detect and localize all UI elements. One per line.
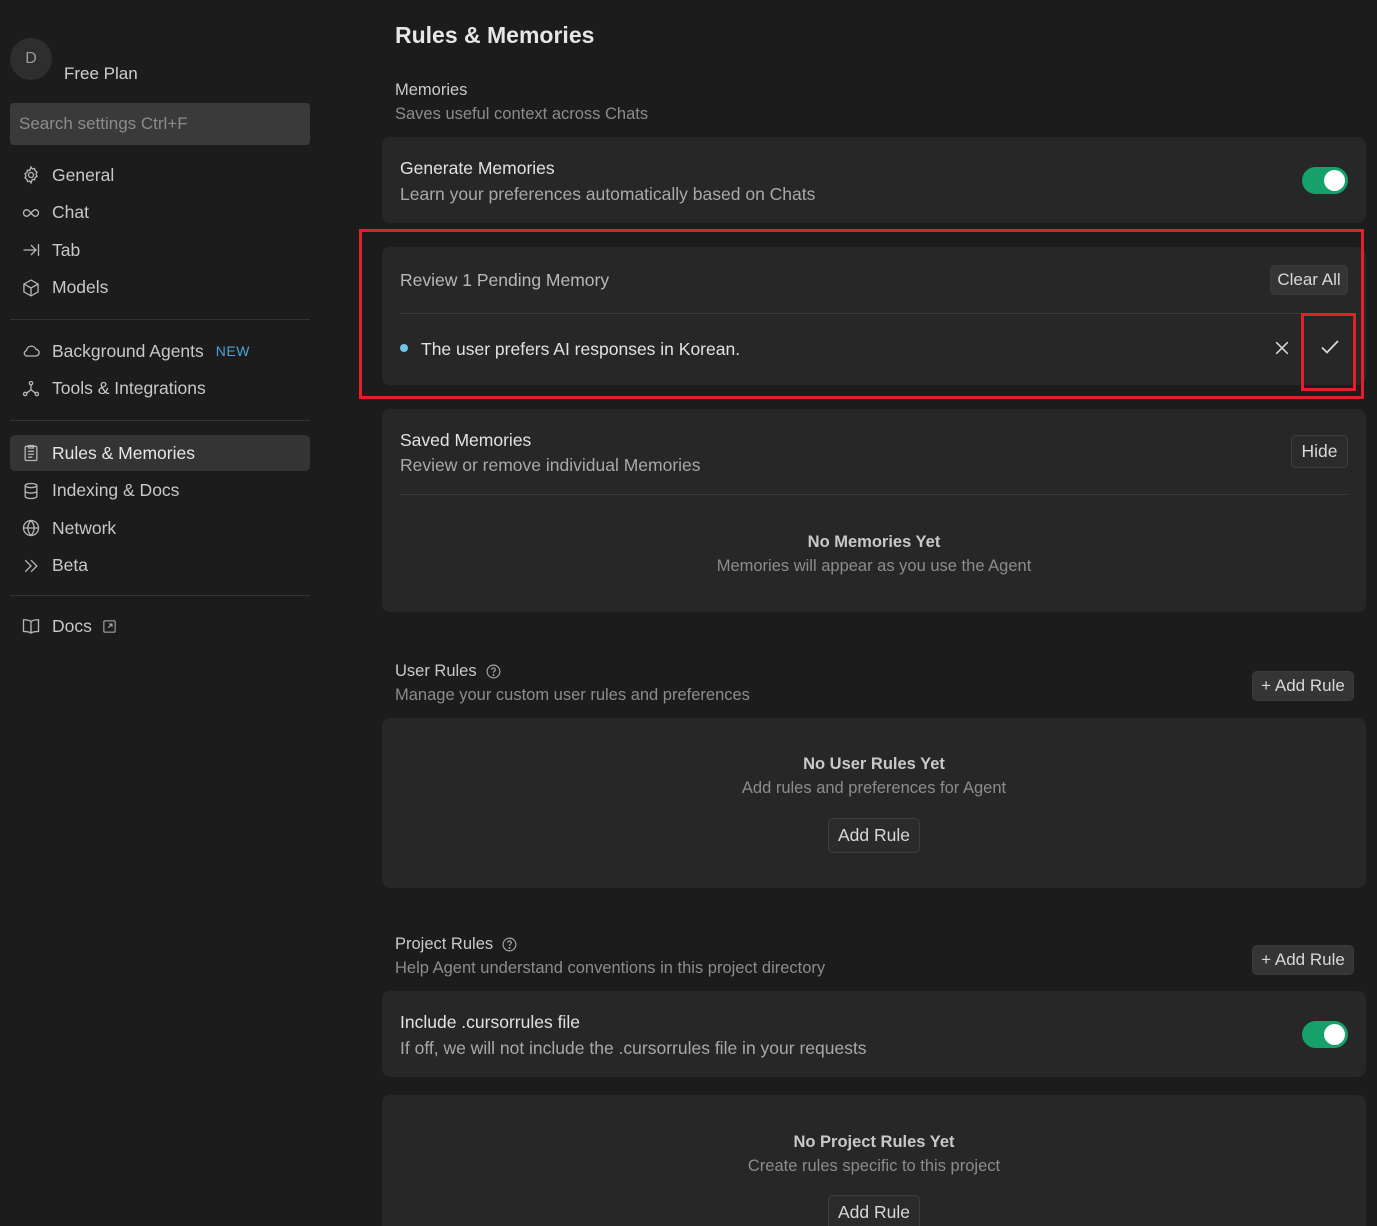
sidebar-item-docs[interactable]: Docs xyxy=(10,608,310,644)
help-circle-icon[interactable] xyxy=(501,936,518,953)
sidebar-item-label: Indexing & Docs xyxy=(52,480,180,500)
book-icon xyxy=(20,615,42,637)
sidebar-item-label: Network xyxy=(52,517,117,538)
cursorrules-subtitle: If off, we will not include the .cursorr… xyxy=(400,1038,867,1058)
clear-all-button[interactable]: Clear All xyxy=(1270,265,1348,295)
sidebar-item-tools-integrations[interactable]: Tools & Integrations xyxy=(10,371,310,407)
nav-group-agents: Background Agents NEW Tools & Integratio… xyxy=(10,333,310,408)
project-rules-title-text: Project Rules xyxy=(395,935,494,953)
memories-section-title: Memories xyxy=(395,81,468,99)
sidebar-item-label: Models xyxy=(52,277,109,297)
generate-memories-toggle[interactable] xyxy=(1302,167,1348,194)
sidebar-item-tab[interactable]: Tab xyxy=(10,232,310,268)
sidebar-divider xyxy=(10,595,310,596)
cursorrules-toggle[interactable] xyxy=(1302,1021,1348,1048)
sidebar-divider xyxy=(10,319,310,320)
user-rules-title-text: User Rules xyxy=(395,662,477,680)
globe-icon xyxy=(20,517,42,539)
pending-memory-card: Review 1 Pending Memory Clear All The us… xyxy=(382,247,1366,385)
add-project-rule-empty-button[interactable]: Add Rule xyxy=(828,1195,920,1226)
cursorrules-title: Include .cursorrules file xyxy=(400,1012,580,1032)
search-input[interactable] xyxy=(10,103,310,145)
saved-memories-card: Saved Memories Review or remove individu… xyxy=(382,409,1366,612)
user-rules-card: No User Rules Yet Add rules and preferen… xyxy=(382,718,1366,888)
project-rules-card: No Project Rules Yet Create rules specif… xyxy=(382,1095,1366,1226)
project-rules-section-subtitle: Help Agent understand conventions in thi… xyxy=(395,959,826,977)
hide-memories-button[interactable]: Hide xyxy=(1291,435,1348,468)
gear-icon xyxy=(20,164,42,186)
cloud-icon xyxy=(20,340,42,362)
project-rules-empty-subtitle: Create rules specific to this project xyxy=(747,1157,1001,1175)
user-rules-empty-title: No User Rules Yet xyxy=(803,755,945,773)
double-chevron-right-icon xyxy=(20,555,42,577)
settings-main: Rules & Memories Memories Saves useful c… xyxy=(320,0,1377,1226)
saved-memories-subtitle: Review or remove individual Memories xyxy=(400,455,701,475)
plan-label: Free Plan xyxy=(64,64,138,83)
page-title: Rules & Memories xyxy=(395,22,595,48)
generate-memories-title: Generate Memories xyxy=(400,158,555,178)
nav-group-main: General Chat Tab Models xyxy=(10,157,310,307)
saved-empty-title: No Memories Yet xyxy=(807,533,941,551)
generate-memories-subtitle: Learn your preferences automatically bas… xyxy=(400,184,816,204)
user-rules-empty-subtitle: Add rules and preferences for Agent xyxy=(741,779,1007,797)
add-user-rule-button[interactable]: + Add Rule xyxy=(1252,671,1354,701)
sidebar-item-models[interactable]: Models xyxy=(10,270,310,306)
saved-divider xyxy=(400,494,1348,495)
reject-memory-button[interactable] xyxy=(1269,335,1295,361)
sidebar-item-label: Beta xyxy=(52,555,88,575)
user-rules-section-title: User Rules xyxy=(395,662,502,681)
nav-group-docs: Docs xyxy=(10,608,310,646)
external-link-icon xyxy=(102,618,118,634)
cube-icon xyxy=(20,277,42,299)
memories-section-subtitle: Saves useful context across Chats xyxy=(395,105,649,123)
sidebar-item-background-agents[interactable]: Background Agents NEW xyxy=(10,333,310,369)
pending-memory-text: The user prefers AI responses in Korean. xyxy=(421,339,741,359)
sidebar-item-label: Rules & Memories xyxy=(52,442,195,463)
avatar: D xyxy=(10,38,52,80)
database-icon xyxy=(20,480,42,502)
new-badge: NEW xyxy=(215,343,250,359)
sidebar-item-general[interactable]: General xyxy=(10,157,310,193)
sidebar-item-label: Background Agents xyxy=(52,340,204,361)
network-nodes-icon xyxy=(20,378,42,400)
user-profile[interactable]: D Free Plan xyxy=(10,38,310,88)
help-circle-icon[interactable] xyxy=(485,663,502,680)
arrow-right-bar-icon xyxy=(20,239,42,261)
check-icon xyxy=(1321,340,1339,354)
user-rules-section-subtitle: Manage your custom user rules and prefer… xyxy=(395,686,750,704)
sidebar-item-rules-memories[interactable]: Rules & Memories xyxy=(10,435,310,471)
clipboard-icon xyxy=(20,442,42,464)
add-user-rule-empty-button[interactable]: Add Rule xyxy=(828,818,920,853)
add-project-rule-button[interactable]: + Add Rule xyxy=(1252,945,1354,975)
sidebar-item-label: Tools & Integrations xyxy=(52,378,206,398)
generate-memories-card: Generate Memories Learn your preferences… xyxy=(382,137,1366,223)
sidebar-item-network[interactable]: Network xyxy=(10,510,310,546)
sidebar-item-label: Tab xyxy=(52,239,81,260)
sidebar-item-label: Docs xyxy=(52,615,92,636)
sidebar-divider xyxy=(10,420,310,421)
nav-group-rules: Rules & Memories Indexing & Docs Network… xyxy=(10,435,310,585)
sidebar-item-label: General xyxy=(52,164,115,185)
close-icon xyxy=(1275,341,1289,355)
project-rules-empty-title: No Project Rules Yet xyxy=(793,1133,955,1151)
sidebar-item-label: Chat xyxy=(52,202,89,222)
pending-divider xyxy=(400,313,1348,314)
pending-memory-title: Review 1 Pending Memory xyxy=(400,270,610,290)
pending-memory-dot xyxy=(400,344,408,352)
settings-sidebar: D Free Plan General Chat Tab Model xyxy=(0,0,320,1226)
saved-empty-subtitle: Memories will appear as you use the Agen… xyxy=(716,557,1032,575)
sidebar-item-beta[interactable]: Beta xyxy=(10,548,310,584)
cursorrules-card: Include .cursorrules file If off, we wil… xyxy=(382,991,1366,1077)
infinity-icon xyxy=(20,202,42,224)
saved-memories-title: Saved Memories xyxy=(400,430,532,450)
accept-memory-button[interactable] xyxy=(1314,331,1346,363)
project-rules-section-title: Project Rules xyxy=(395,935,518,954)
sidebar-item-chat[interactable]: Chat xyxy=(10,195,310,231)
sidebar-item-indexing-docs[interactable]: Indexing & Docs xyxy=(10,473,310,509)
